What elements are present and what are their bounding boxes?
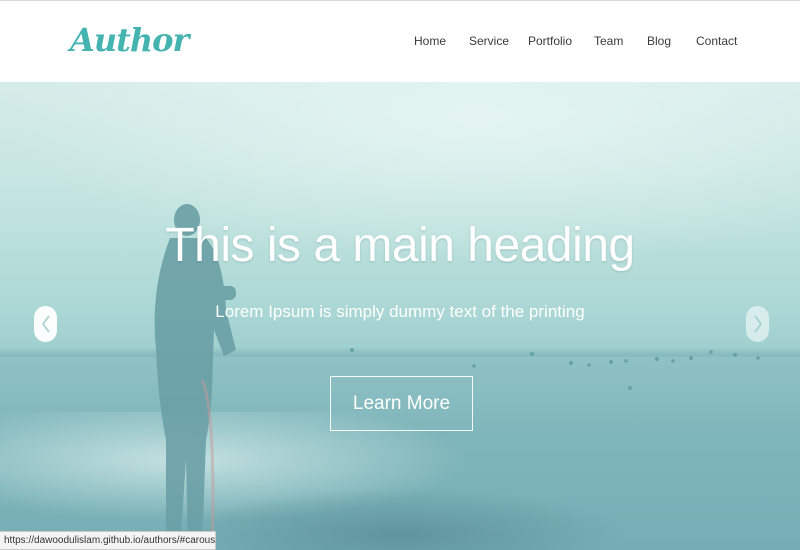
nav-service[interactable]: Service [469, 34, 509, 48]
nav-blog[interactable]: Blog [647, 34, 671, 48]
chevron-left-icon [41, 315, 50, 333]
learn-more-button[interactable]: Learn More [330, 376, 473, 431]
logo[interactable]: Author [70, 21, 189, 59]
carousel-next-button[interactable] [746, 306, 769, 342]
nav-home[interactable]: Home [414, 34, 446, 48]
nav-contact[interactable]: Contact [696, 34, 737, 48]
browser-status-bar: https://dawoodulislam.github.io/authors/… [0, 531, 216, 550]
hero-carousel: This is a main heading Lorem Ipsum is si… [0, 82, 800, 550]
hero-subheading: Lorem Ipsum is simply dummy text of the … [215, 302, 585, 321]
nav-portfolio[interactable]: Portfolio [528, 34, 572, 48]
carousel-prev-button[interactable] [34, 306, 57, 342]
top-header: Author Home Service Portfolio Team Blog … [0, 0, 800, 82]
chevron-right-icon [753, 315, 762, 333]
hero-heading: This is a main heading [165, 219, 635, 272]
nav-team[interactable]: Team [594, 34, 623, 48]
